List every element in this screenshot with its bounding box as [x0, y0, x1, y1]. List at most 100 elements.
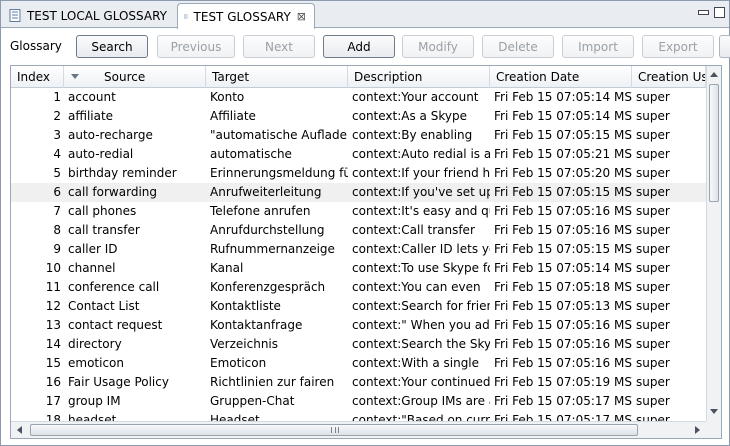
table-row[interactable]: 15 emoticon Emoticon context:With a single F… — [11, 354, 706, 373]
cell-index: 10 — [45, 261, 61, 275]
cell-description: context:Your account — [352, 90, 479, 104]
scroll-up-arrow-icon[interactable] — [710, 72, 718, 77]
cell-index: 12 — [45, 299, 61, 313]
minimize-icon[interactable] — [698, 10, 709, 15]
table-row[interactable]: 16 Fair Usage Policy Richtlinien zur faire… — [11, 373, 706, 392]
cell-index: 16 — [45, 375, 61, 389]
table-row[interactable]: 14 directory Verzeichnis context:Search the… — [11, 335, 706, 354]
cell-date: Fri Feb 15 07:05:14 MST — [494, 90, 632, 104]
scroll-right-arrow-icon[interactable] — [695, 426, 700, 434]
table-header: Index Source Target Description Creation… — [11, 66, 706, 88]
cell-source: channel — [68, 261, 116, 275]
glossary-document-icon — [184, 14, 188, 19]
cell-index: 1 — [53, 90, 61, 104]
cell-target: Konferenzgespräch — [210, 280, 326, 294]
cell-source: Contact List — [68, 299, 140, 313]
cell-source: call transfer — [68, 223, 140, 237]
cell-index: 5 — [53, 166, 61, 180]
column-header-creation-date[interactable]: Creation Date — [490, 66, 632, 88]
table-row[interactable]: 13 contact request Kontaktanfrage context:"… — [11, 316, 706, 335]
table-row[interactable]: 2 affiliate Affiliate context:As a Skype Fri… — [11, 107, 706, 126]
column-header-creation-user[interactable]: Creation Use — [632, 66, 706, 88]
scroll-down-arrow-icon[interactable] — [710, 409, 718, 414]
tab-test-glossary[interactable]: TEST GLOSSARY ⊠ — [177, 3, 315, 29]
search-button[interactable]: Search — [76, 35, 148, 58]
table-row[interactable]: 1 account Konto context:Your account Fri Feb… — [11, 88, 706, 107]
close-icon[interactable]: ⊠ — [297, 10, 306, 23]
cell-source: account — [68, 90, 116, 104]
cell-user: super — [636, 242, 670, 256]
delete-button[interactable]: Delete — [482, 35, 554, 58]
cell-description: context:Search for friends — [352, 299, 490, 313]
table-row[interactable]: 4 auto-redial automatische context:Auto red… — [11, 145, 706, 164]
cell-user: super — [636, 166, 670, 180]
column-header-index[interactable]: Index — [11, 66, 64, 88]
cell-description: context:" When you add a — [352, 318, 490, 332]
cell-date: Fri Feb 15 07:05:19 MST — [494, 375, 632, 389]
column-header-description[interactable]: Description — [348, 66, 490, 88]
table-row[interactable]: 3 auto-recharge "automatische Aufladen, con… — [11, 126, 706, 145]
tab-bar: TEST LOCAL GLOSSARY TEST GLOSSARY ⊠ — [1, 1, 729, 29]
tab-test-local-glossary[interactable]: TEST LOCAL GLOSSARY — [3, 3, 175, 28]
vertical-scroll-thumb[interactable] — [709, 84, 719, 202]
cell-user: super — [636, 185, 670, 199]
cell-description: context:With a single — [352, 356, 480, 370]
cell-date: Fri Feb 15 07:05:18 MST — [494, 280, 632, 294]
cell-user: super — [636, 204, 670, 218]
table-row[interactable]: 7 call phones Telefone anrufen context:It's… — [11, 202, 706, 221]
table-row[interactable]: 5 birthday reminder Erinnerungsmeldung für… — [11, 164, 706, 183]
glossary-toolbar: Glossary Search Previous Next Add Modify… — [1, 29, 730, 63]
table-row[interactable]: 18 headset Headset context:"Based on curren… — [11, 411, 706, 421]
glossary-table: Index Source Target Description Creation… — [10, 65, 722, 439]
cell-source: auto-redial — [68, 147, 134, 161]
toolbar-overflow-button[interactable] — [719, 35, 730, 58]
cell-target: Emoticon — [210, 356, 267, 370]
cell-target: Gruppen-Chat — [210, 394, 295, 408]
column-header-label: Source — [104, 70, 146, 84]
export-button[interactable]: Export — [642, 35, 714, 58]
table-row[interactable]: 8 call transfer Anrufdurchstellung context:… — [11, 221, 706, 240]
table-row[interactable]: 12 Contact List Kontaktliste context:Search… — [11, 297, 706, 316]
cell-source: contact request — [68, 318, 163, 332]
horizontal-scrollbar[interactable] — [11, 421, 706, 438]
cell-user: super — [636, 394, 670, 408]
table-row[interactable]: 17 group IM Gruppen-Chat context:Group IMs … — [11, 392, 706, 411]
next-button[interactable]: Next — [243, 35, 315, 58]
cell-date: Fri Feb 15 07:05:15 MST — [494, 185, 632, 199]
cell-index: 17 — [45, 394, 61, 408]
cell-source: auto-recharge — [68, 128, 153, 142]
cell-source: headset — [68, 413, 117, 421]
scroll-left-arrow-icon[interactable] — [17, 426, 22, 434]
import-button[interactable]: Import — [562, 35, 634, 58]
table-row[interactable]: 10 channel Kanal context:To use Skype for Fr… — [11, 259, 706, 278]
cell-target: Kanal — [210, 261, 244, 275]
table-body: 1 account Konto context:Your account Fri Feb… — [11, 88, 706, 421]
table-row[interactable]: 6 call forwarding Anrufweiterleitung contex… — [11, 183, 706, 202]
column-header-target[interactable]: Target — [206, 66, 348, 88]
cell-index: 3 — [53, 128, 61, 142]
grip-icon — [331, 427, 339, 433]
cell-index: 7 — [53, 204, 61, 218]
cell-date: Fri Feb 15 07:05:15 MST — [494, 128, 632, 142]
cell-target: Headset — [210, 413, 260, 421]
tab-label: TEST GLOSSARY — [193, 9, 291, 24]
maximize-icon[interactable] — [714, 7, 725, 18]
modify-button[interactable]: Modify — [402, 35, 474, 58]
cell-index: 11 — [45, 280, 61, 294]
cell-description: context:It's easy and quite — [352, 204, 490, 218]
cell-user: super — [636, 223, 670, 237]
cell-date: Fri Feb 15 07:05:16 MST — [494, 356, 632, 370]
cell-target: Rufnummernanzeige — [210, 242, 335, 256]
horizontal-scroll-thumb[interactable] — [30, 424, 638, 436]
add-button[interactable]: Add — [323, 35, 395, 58]
previous-button[interactable]: Previous — [157, 35, 235, 58]
glossary-editor-window: TEST LOCAL GLOSSARY TEST GLOSSARY ⊠ Glos… — [0, 0, 730, 446]
table-row[interactable]: 9 caller ID Rufnummernanzeige context:Calle… — [11, 240, 706, 259]
column-header-source[interactable]: Source — [64, 66, 206, 88]
tab-label: TEST LOCAL GLOSSARY — [26, 8, 167, 23]
cell-user: super — [636, 109, 670, 123]
cell-index: 18 — [45, 413, 61, 421]
vertical-scrollbar[interactable] — [706, 66, 721, 421]
cell-target: "automatische Aufladen, — [210, 128, 348, 142]
table-row[interactable]: 11 conference call Konferenzgespräch contex… — [11, 278, 706, 297]
